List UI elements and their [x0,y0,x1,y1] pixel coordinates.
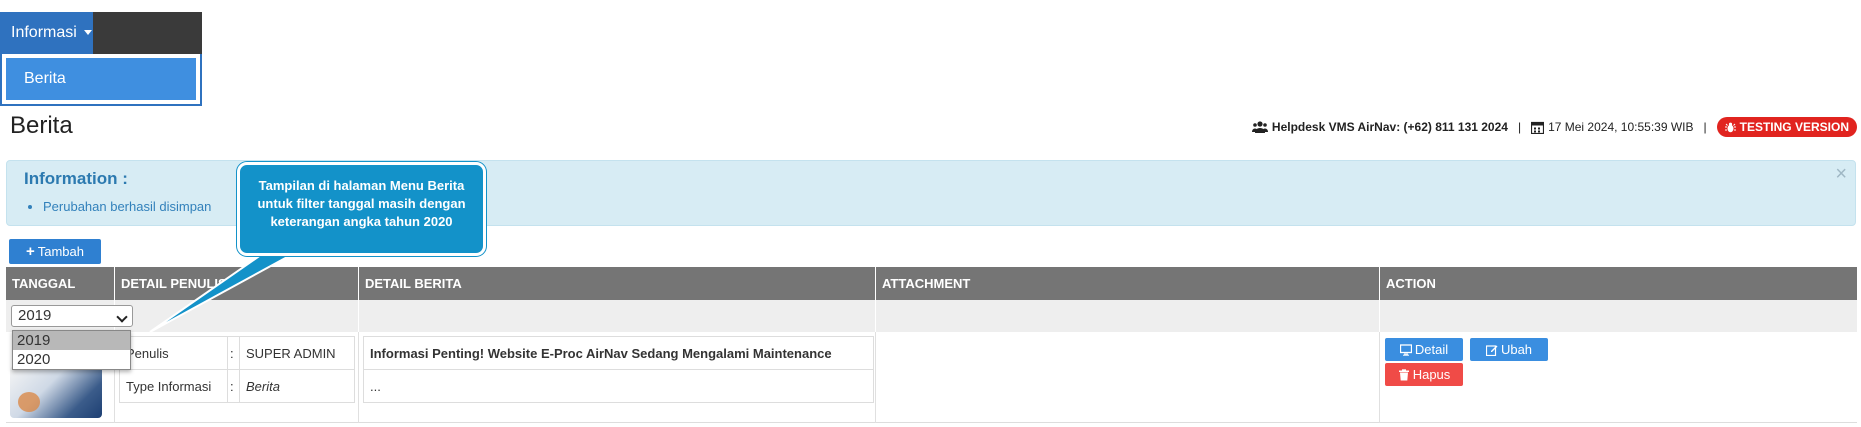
separator: | [1517,120,1522,134]
delete-button-label: Hapus [1412,367,1451,382]
edit-button-label: Ubah [1500,342,1533,357]
delete-button[interactable]: Hapus [1385,363,1463,386]
detail-button-label: Detail [1414,342,1449,357]
trash-icon [1398,368,1409,380]
bug-icon [1724,122,1736,132]
annotation-callout: Tampilan di halaman Menu Berita untuk fi… [237,162,486,256]
separator: | [1703,120,1707,134]
calendar-icon [1531,121,1545,134]
users-icon [1251,121,1268,133]
close-icon[interactable]: × [1835,163,1847,186]
filter-cell [876,300,1380,332]
column-header-action: ACTION [1380,267,1857,300]
cell-attachment [876,332,1380,423]
cell-action: Detail Ubah Hapus [1380,332,1857,423]
edit-button[interactable]: Ubah [1470,338,1548,361]
helpdesk-text: Helpdesk VMS AirNav: (+62) 811 131 2024 [1271,120,1508,134]
column-header-attachment: ATTACHMENT [876,267,1380,300]
status-bar: Helpdesk VMS AirNav: (+62) 811 131 2024 … [1251,116,1857,138]
monitor-icon [1399,343,1412,356]
testing-version-badge: TESTING VERSION [1716,117,1857,137]
detail-button[interactable]: Detail [1385,338,1463,361]
badge-label: TESTING VERSION [1739,120,1849,134]
edit-icon [1485,344,1498,356]
datetime-text: 17 Mei 2024, 10:55:39 WIB [1548,120,1694,134]
